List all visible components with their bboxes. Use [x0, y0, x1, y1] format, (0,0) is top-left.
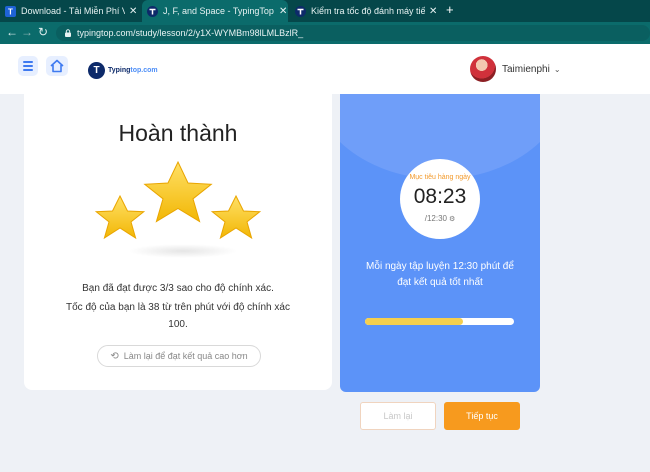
close-icon[interactable]: ✕ [429, 6, 437, 17]
goal-progress-fill [365, 318, 464, 325]
star-icon [143, 160, 213, 223]
goal-time: 08:23 [413, 185, 467, 208]
speed-text-cont: 100. [168, 319, 188, 330]
goal-label: Mục tiêu hàng ngày [409, 174, 471, 181]
goal-progress-bar [365, 318, 514, 325]
retry-button[interactable]: Làm lại [360, 402, 436, 430]
t-icon: T [5, 5, 16, 17]
gear-icon[interactable]: ⚙ [449, 216, 455, 223]
avatar [470, 56, 496, 82]
menu-icon[interactable] [18, 56, 38, 76]
address-bar[interactable]: typingtop.com/study/lesson/2/y1X-WYMBm98… [56, 25, 650, 41]
tab-title: Kiểm tra tốc độ đánh máy tiếng V [311, 6, 425, 16]
browser-toolbar: ← → ↻ typingtop.com/study/lesson/2/y1X-W… [0, 22, 650, 44]
star-icon [94, 194, 146, 240]
refresh-icon: ⟲ [110, 350, 119, 362]
home-icon[interactable] [46, 56, 68, 76]
back-arrow-icon[interactable]: ← [6, 25, 18, 39]
goal-target: /12:30 ⚙ [400, 214, 480, 223]
completion-title: Hoàn thành [118, 120, 238, 146]
goal-message-line: đạt kết quả tốt nhất [397, 277, 483, 288]
goal-message: Mỗi ngày tập luyện 12:30 phút để đạt kết… [360, 259, 520, 291]
user-name: Taimienphi [502, 63, 550, 75]
tab-title: J, F, and Space - TypingTop [163, 6, 274, 16]
goal-target-value: /12:30 [424, 214, 447, 223]
goal-message-line: Mỗi ngày tập luyện 12:30 phút để [366, 261, 514, 272]
typingtop-logo-icon: T [88, 61, 105, 79]
logo-suffix: top.com [130, 66, 158, 74]
retry-for-better-label: Làm lại để đạt kết quả cao hơn [123, 351, 248, 361]
star-icon [210, 194, 262, 240]
browser-tab-typingtop[interactable]: J, F, and Space - TypingTop ✕ [142, 0, 288, 22]
site-logo[interactable]: T Typingtop.com [88, 60, 168, 80]
browser-tab-download[interactable]: T Download - Tải Miễn Phí VN - Ph ✕ [0, 0, 140, 22]
browser-tab-strip: T Download - Tải Miễn Phí VN - Ph ✕ J, F… [0, 0, 650, 22]
result-card: Hoàn thành Bạn đã đạt được 3/3 sao cho đ… [24, 94, 332, 390]
browser-tab-kiem-tra[interactable]: Kiểm tra tốc độ đánh máy tiếng V ✕ [290, 0, 440, 22]
typingtop-icon [295, 5, 306, 17]
accuracy-text: Bạn đã đạt được 3/3 sao cho độ chính xác… [82, 283, 274, 294]
svg-text:T: T [8, 7, 13, 16]
tab-title: Download - Tải Miễn Phí VN - Ph [21, 6, 125, 16]
stars-shadow [128, 244, 238, 258]
lock-icon [65, 29, 71, 37]
logo-text: Typingtop.com [108, 67, 158, 74]
goal-timer: Mục tiêu hàng ngày 08:23 /12:30 ⚙ [400, 159, 480, 239]
typingtop-icon [147, 5, 158, 17]
chevron-down-icon: ⌄ [553, 64, 561, 74]
continue-button[interactable]: Tiếp tục [444, 402, 520, 430]
new-tab-plus-icon[interactable]: + [446, 2, 454, 17]
reload-icon[interactable]: ↻ [38, 25, 48, 39]
logo-name: Typing [108, 66, 131, 74]
url-text: typingtop.com/study/lesson/2/y1X-WYMBm98… [77, 28, 304, 38]
close-icon[interactable]: ✕ [279, 6, 287, 17]
speed-text: Tốc độ của bạn là 38 từ trên phút với độ… [66, 302, 290, 313]
forward-arrow-icon[interactable]: → [21, 25, 33, 39]
retry-for-better-button[interactable]: ⟲ Làm lại để đạt kết quả cao hơn [97, 345, 261, 367]
close-icon[interactable]: ✕ [129, 6, 137, 17]
daily-goal-panel: Mục tiêu hàng ngày 08:23 /12:30 ⚙ Mỗi ngà… [340, 94, 540, 392]
site-header: T Typingtop.com Taimienphi ⌄ [0, 44, 650, 94]
user-menu[interactable]: Taimienphi ⌄ [470, 56, 561, 82]
